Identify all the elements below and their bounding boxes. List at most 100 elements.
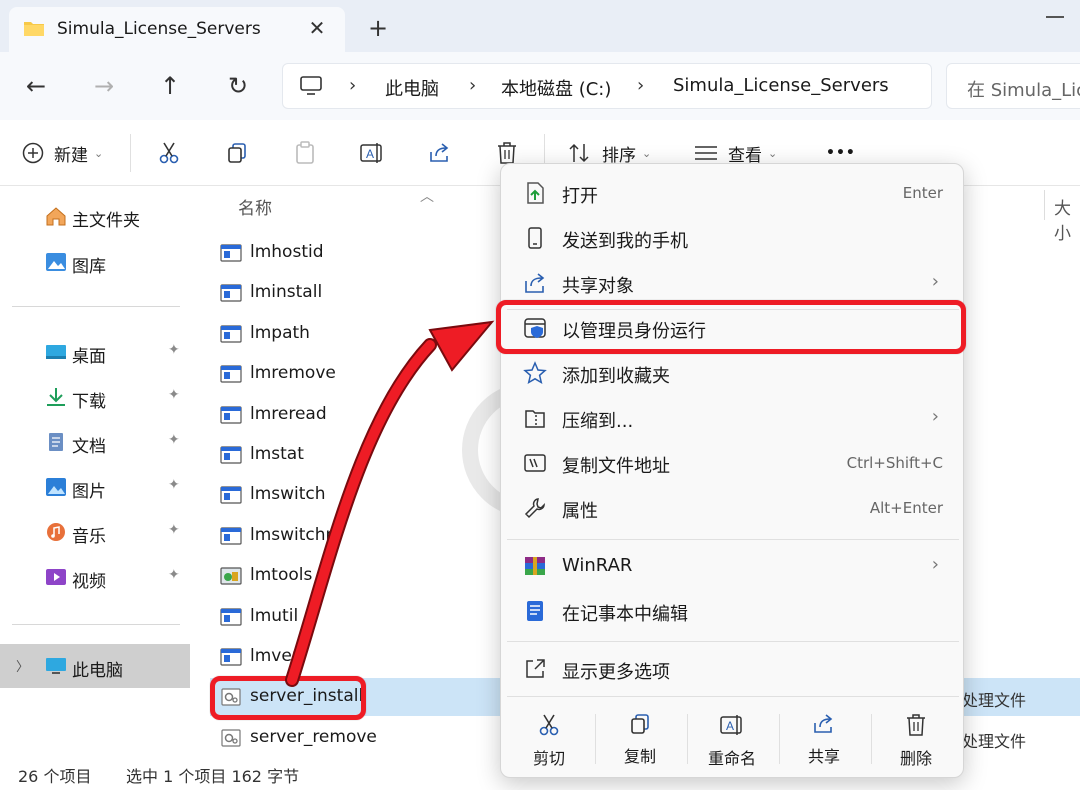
menu-item-copy-path[interactable]: 复制文件地址 Ctrl+Shift+C — [507, 441, 959, 485]
copy-path-icon — [524, 454, 546, 472]
sidebar-divider — [12, 306, 180, 307]
breadcrumb-separator: › — [349, 75, 357, 96]
navigation-pane: 主文件夹 图库 桌面 ✦ 下载 ✦ 文档 ✦ 图片 ✦ 音乐 ✦ 视频 ✦ 〉 … — [0, 186, 192, 758]
sidebar-item-gallery[interactable]: 图库 — [0, 240, 190, 284]
more-icon: ••• — [826, 145, 856, 161]
chevron-right-icon[interactable]: 〉 — [16, 656, 29, 675]
minimize-button[interactable] — [1046, 16, 1064, 18]
application-icon — [220, 405, 242, 424]
menu-item-send-to-phone[interactable]: 发送到我的手机 — [507, 216, 959, 260]
shortcut-label: Ctrl+Shift+C — [846, 454, 943, 472]
column-divider — [1044, 190, 1045, 220]
quick-action-rename[interactable]: A 重命名 — [687, 709, 777, 769]
menu-item-properties[interactable]: 属性 Alt+Enter — [507, 486, 959, 530]
sidebar-item-label: 桌面 — [72, 347, 106, 367]
copy-icon — [631, 714, 649, 734]
home-icon — [46, 207, 66, 226]
menu-item-label: 发送到我的手机 — [562, 231, 688, 252]
sidebar-item-downloads[interactable]: 下载 ✦ — [0, 375, 190, 419]
sidebar-item-label: 主文件夹 — [72, 211, 140, 231]
computer-icon — [300, 76, 322, 95]
sidebar-item-documents[interactable]: 文档 ✦ — [0, 420, 190, 464]
quick-action-share[interactable]: 共享 — [779, 709, 869, 769]
quick-action-label: 删除 — [899, 749, 932, 768]
sidebar-item-home[interactable]: 主文件夹 — [0, 194, 190, 238]
wrench-icon — [524, 498, 545, 519]
column-header-name[interactable]: 名称 — [238, 194, 272, 219]
application-icon — [220, 325, 242, 343]
sidebar-item-label: 视频 — [72, 572, 106, 592]
share-icon — [430, 143, 449, 162]
copy-icon — [228, 143, 246, 163]
application-icon — [220, 527, 242, 545]
menu-item-compress-to[interactable]: 压缩到... › — [507, 396, 959, 440]
menu-item-label: WinRAR — [562, 555, 633, 576]
menu-item-share-with[interactable]: 共享对象 › — [507, 261, 959, 305]
application-icon — [220, 607, 242, 626]
pin-icon: ✦ — [168, 387, 180, 403]
zip-icon — [525, 410, 545, 428]
menu-divider — [507, 539, 959, 540]
pin-icon: ✦ — [168, 522, 180, 538]
close-tab-icon[interactable]: ✕ — [305, 16, 329, 40]
menu-item-winrar[interactable]: WinRAR › — [507, 544, 959, 588]
video-icon — [46, 569, 66, 585]
menu-item-show-more-options[interactable]: 显示更多选项 — [507, 647, 959, 691]
quick-action-cut[interactable]: 剪切 — [504, 709, 594, 769]
shortcut-label: Enter — [902, 184, 943, 202]
file-name: lmremove — [250, 363, 336, 384]
quick-action-copy[interactable]: 复制 — [595, 709, 685, 769]
sidebar-item-this-pc[interactable]: 〉 此电脑 — [0, 644, 190, 688]
sidebar-item-pictures[interactable]: 图片 ✦ — [0, 465, 190, 509]
winrar-icon — [525, 557, 545, 575]
batch-file-icon — [220, 729, 242, 747]
up-button[interactable]: ↑ — [152, 68, 188, 104]
sort-label: 排序 — [602, 145, 636, 166]
breadcrumb-this-pc[interactable]: 此电脑 — [385, 75, 439, 101]
quick-action-label: 复制 — [623, 747, 656, 766]
file-name: lmpath — [250, 322, 310, 343]
breadcrumb-separator: › — [637, 75, 645, 96]
menu-item-open[interactable]: 打开 Enter — [507, 171, 959, 215]
forward-button[interactable]: → — [86, 68, 122, 104]
chevron-down-icon: ⌄ — [768, 146, 778, 160]
notepad-icon — [527, 601, 543, 621]
sidebar-item-label: 文档 — [72, 437, 106, 457]
application-icon — [220, 446, 242, 464]
quick-action-delete[interactable]: 删除 — [871, 709, 961, 769]
cut-button[interactable] — [158, 137, 180, 169]
sidebar-item-music[interactable]: 音乐 ✦ — [0, 510, 190, 554]
folder-icon — [24, 22, 44, 36]
application-icon — [220, 648, 242, 666]
search-input[interactable]: 在 Simula_License_Servers — [946, 63, 1080, 109]
breadcrumb-local-disk[interactable]: 本地磁盘 (C:) — [501, 75, 611, 101]
rename-button[interactable]: A — [360, 137, 384, 169]
menu-item-add-favorites[interactable]: 添加到收藏夹 — [507, 351, 959, 395]
address-bar[interactable]: › 此电脑 › 本地磁盘 (C:) › Simula_License_Serve… — [282, 63, 932, 109]
refresh-button[interactable]: ↻ — [220, 68, 256, 104]
menu-divider — [507, 696, 959, 697]
sidebar-item-label: 图库 — [72, 257, 106, 277]
menu-item-label: 添加到收藏夹 — [562, 366, 670, 387]
menu-item-edit-notepad[interactable]: 在记事本中编辑 — [507, 589, 959, 633]
menu-item-label: 在记事本中编辑 — [562, 604, 688, 625]
application-icon — [220, 365, 242, 383]
application-icon — [220, 486, 242, 504]
paste-button[interactable] — [294, 137, 316, 169]
new-tab-button[interactable]: + — [364, 14, 392, 42]
copy-button[interactable] — [226, 137, 248, 169]
back-button[interactable]: ← — [18, 68, 54, 104]
sidebar-item-desktop[interactable]: 桌面 ✦ — [0, 330, 190, 374]
sidebar-item-videos[interactable]: 视频 ✦ — [0, 555, 190, 599]
tool-app-icon — [220, 567, 242, 585]
share-button[interactable] — [428, 137, 452, 169]
tab-title: Simula_License_Servers — [57, 19, 261, 39]
breadcrumb-folder[interactable]: Simula_License_Servers — [673, 75, 889, 96]
document-icon — [49, 433, 63, 451]
title-bar: Simula_License_Servers ✕ + — [0, 0, 1080, 52]
menu-item-label: 共享对象 — [562, 276, 634, 297]
new-button[interactable]: 新建 ⌄ — [22, 137, 103, 169]
tab-simula-license-servers[interactable]: Simula_License_Servers ✕ — [9, 7, 345, 52]
search-placeholder: 在 Simula_License_Servers — [967, 80, 1080, 101]
quick-action-label: 共享 — [807, 747, 840, 766]
